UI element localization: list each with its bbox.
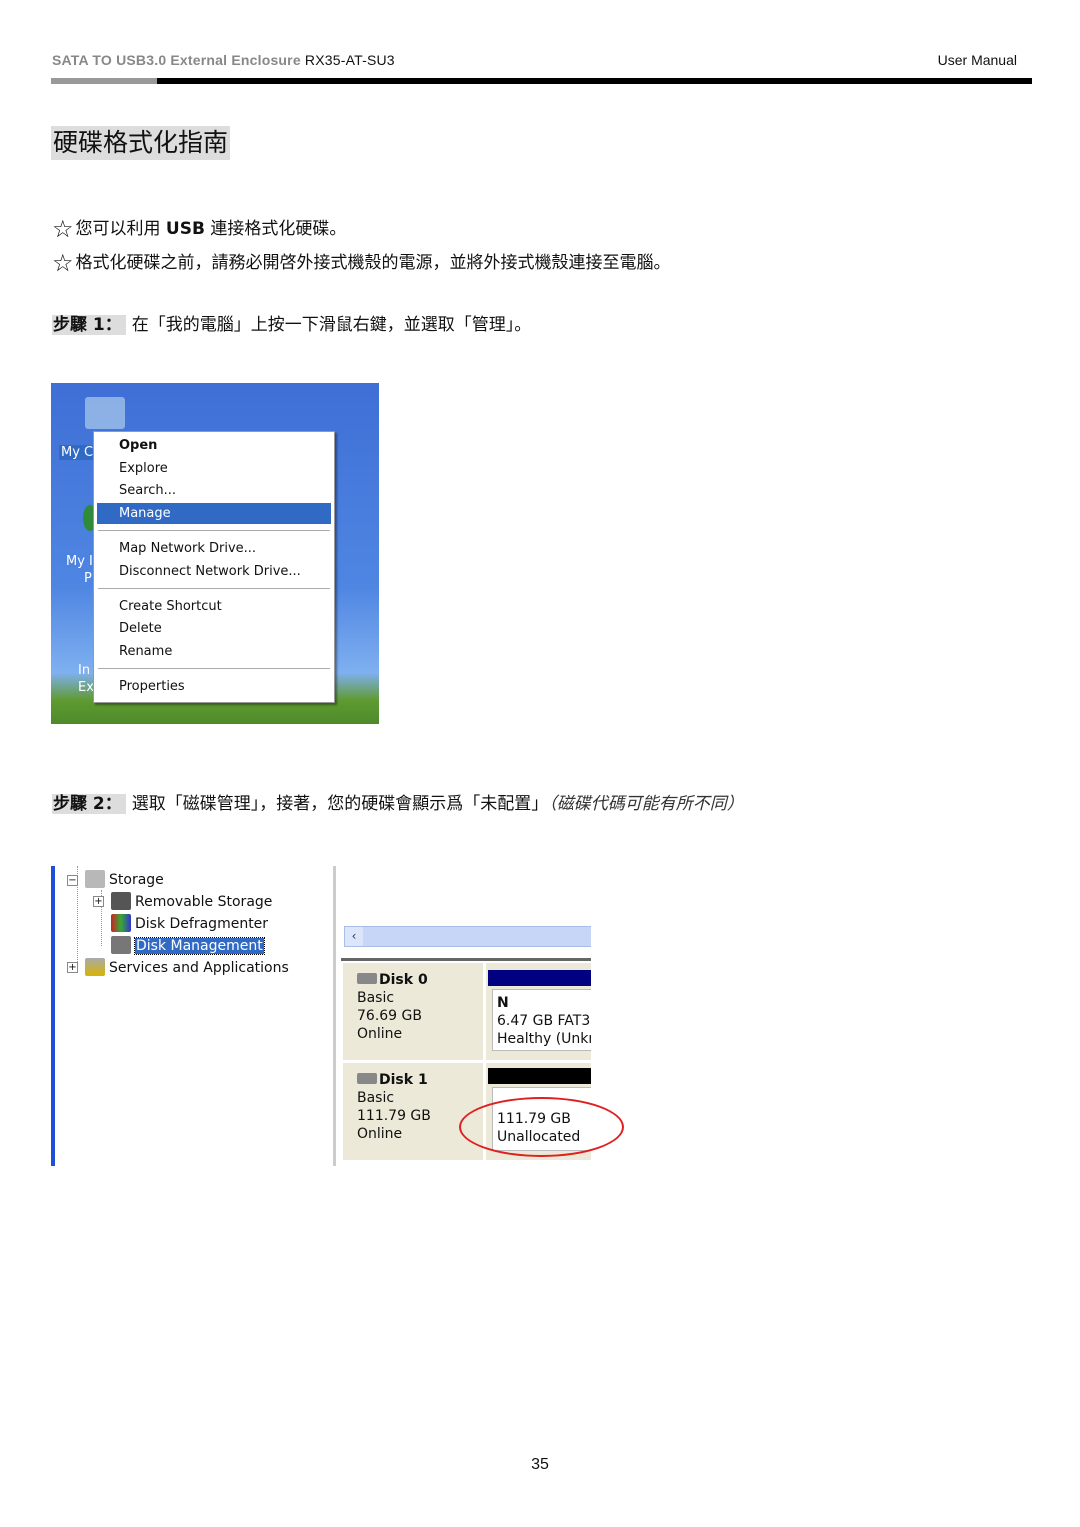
menu-separator <box>98 530 330 531</box>
collapse-icon[interactable]: − <box>67 875 78 886</box>
defragmenter-icon <box>111 914 131 932</box>
removable-storage-icon <box>111 892 131 910</box>
disk-icon <box>357 1073 377 1084</box>
step-text: 在「我的電腦」上按一下滑鼠右鍵，並選取「管理」。 <box>131 315 532 335</box>
my-computer-icon <box>85 397 125 429</box>
header-model: RX35-AT-SU3 <box>304 52 395 68</box>
expand-icon[interactable]: + <box>67 962 78 973</box>
tree-item-removable-storage[interactable]: Removable Storage <box>111 892 272 912</box>
menu-separator <box>98 588 330 589</box>
tree-item-storage[interactable]: Storage <box>85 870 164 890</box>
tree-item-disk-management[interactable]: Disk Management <box>111 936 265 956</box>
bullet-text: 您可以利用 <box>75 219 166 239</box>
divider <box>341 958 591 961</box>
tree-label: Removable Storage <box>135 894 273 910</box>
expand-icon[interactable]: + <box>93 896 104 907</box>
volume-bar <box>488 1068 591 1084</box>
menu-item-manage[interactable]: Manage <box>97 503 331 524</box>
tree-label: Disk Management <box>134 937 265 955</box>
volume-status: Healthy (Unkn <box>497 1031 591 1047</box>
desktop-icon-label: In <box>78 663 91 678</box>
disk-0-volume[interactable]: N 6.47 GB FAT3: Healthy (Unkn <box>486 963 591 1060</box>
bullet-text: 格式化硬碟之前，請務必開啓外接式機殼的電源，並將外接式機殼連接至電腦。 <box>75 253 671 273</box>
disk-0-info[interactable]: Disk 0 Basic 76.69 GB Online <box>343 963 483 1060</box>
desktop-icon-label: P <box>84 571 92 586</box>
star-outline-icon: ☆ <box>52 215 74 243</box>
header-rule-gray <box>51 78 157 84</box>
header-doc-type: User Manual <box>937 52 1017 68</box>
menu-item-explore[interactable]: Explore <box>97 458 331 479</box>
step-note: （磁碟代碼可能有所不同） <box>548 794 744 814</box>
volume-letter: N <box>497 995 509 1011</box>
horizontal-scrollbar[interactable]: ‹ <box>344 926 591 947</box>
volume-bar <box>488 970 591 986</box>
menu-item-properties[interactable]: Properties <box>97 676 331 697</box>
menu-item-rename[interactable]: Rename <box>97 641 331 662</box>
star-outline-icon: ☆ <box>52 249 74 277</box>
disk-name: Disk 0 <box>379 972 428 988</box>
bullet-2: ☆ 格式化硬碟之前，請務必開啓外接式機殼的電源，並將外接式機殼連接至電腦。 <box>52 251 671 275</box>
tree-label: Disk Defragmenter <box>135 916 269 932</box>
page-title: 硬碟格式化指南 <box>51 126 231 160</box>
disk-1-info[interactable]: Disk 1 Basic 111.79 GB Online <box>343 1063 483 1160</box>
menu-separator <box>98 668 330 669</box>
bullet-bold: USB <box>165 219 205 239</box>
bullet-text: 連接格式化硬碟。 <box>204 219 347 239</box>
menu-item-create-shortcut[interactable]: Create Shortcut <box>97 596 331 617</box>
desktop-icon-label: Ex <box>78 680 94 695</box>
menu-item-map-network-drive[interactable]: Map Network Drive... <box>97 538 331 559</box>
disk-type: Basic <box>357 1090 395 1106</box>
scroll-left-icon[interactable]: ‹ <box>345 927 363 946</box>
page-number: 35 <box>531 1456 549 1473</box>
step-2: 步驟 2： 選取「磁碟管理」，接著，您的硬碟會顯示爲「未配置」（磁碟代碼可能有所不… <box>52 792 744 816</box>
disk-name: Disk 1 <box>379 1072 428 1088</box>
pane-border <box>51 866 55 1166</box>
menu-item-disconnect-network-drive[interactable]: Disconnect Network Drive... <box>97 561 331 582</box>
desktop-icon-label: My I <box>66 554 93 569</box>
volume-size: 6.47 GB FAT3: <box>497 1013 591 1029</box>
header-product: SATA TO USB3.0 External Enclosure RX35-A… <box>52 52 395 68</box>
disk-type: Basic <box>357 990 395 1006</box>
header-rule-black <box>157 78 1032 84</box>
step-1: 步驟 1： 在「我的電腦」上按一下滑鼠右鍵，並選取「管理」。 <box>52 313 531 337</box>
desktop-icon-label: My C <box>59 445 96 460</box>
menu-item-delete[interactable]: Delete <box>97 618 331 639</box>
tree-item-services-and-applications[interactable]: Services and Applications <box>85 958 289 978</box>
tree-label: Storage <box>109 872 164 888</box>
disk-size: 76.69 GB <box>357 1008 422 1024</box>
screenshot-desktop-context-menu: My C My I P In Ex Open Explore Search...… <box>51 383 379 724</box>
menu-item-search[interactable]: Search... <box>97 480 331 501</box>
disk-status: Online <box>357 1026 403 1042</box>
step-text: 選取「磁碟管理」，接著，您的硬碟會顯示爲「未配置」 <box>131 794 549 814</box>
services-icon <box>85 958 105 976</box>
disk-icon <box>357 973 377 984</box>
tree-item-disk-defragmenter[interactable]: Disk Defragmenter <box>111 914 268 934</box>
highlight-ellipse <box>459 1097 624 1157</box>
header-product-name: SATA TO USB3.0 External Enclosure <box>52 52 301 68</box>
storage-icon <box>85 870 105 888</box>
bullet-1: ☆ 您可以利用 USB 連接格式化硬碟。 <box>52 217 346 241</box>
menu-item-open[interactable]: Open <box>97 435 331 456</box>
tree-label: Services and Applications <box>109 960 289 976</box>
context-menu: Open Explore Search... Manage Map Networ… <box>93 431 335 703</box>
step-label: 步驟 1： <box>52 315 126 335</box>
screenshot-tree-pane: − Storage + Removable Storage Disk Defra… <box>51 866 301 1166</box>
step-label: 步驟 2： <box>52 794 126 814</box>
disk-management-icon <box>111 936 131 954</box>
